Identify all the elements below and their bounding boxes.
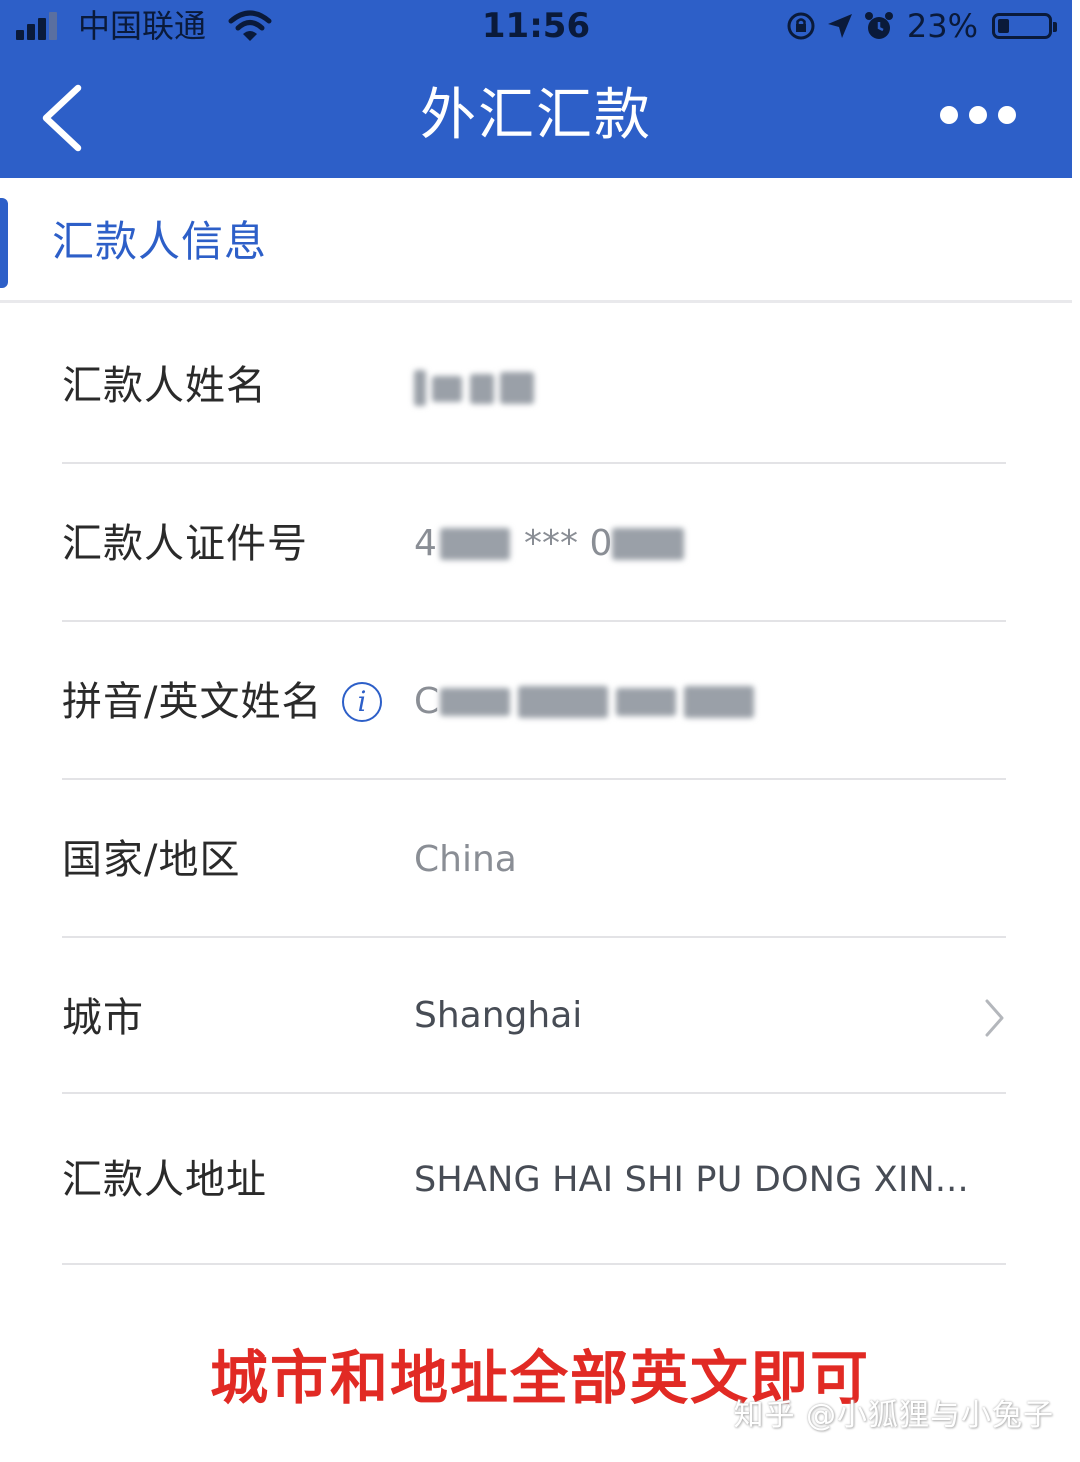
page-title: 外汇汇款: [420, 83, 652, 148]
watermark: 知乎 @小狐狸与小兔子: [733, 1398, 1054, 1433]
field-value-masked: *** 0: [524, 523, 613, 564]
field-label: 汇款人证件号: [62, 521, 308, 567]
location-arrow-icon: [827, 14, 852, 38]
form-row-id-number[interactable]: 汇款人证件号 4 *** 0: [0, 462, 1072, 622]
status-bar: 中国联通 11:56 23%: [0, 0, 1072, 56]
battery-level-fill: [998, 19, 1009, 33]
field-value: Shanghai: [414, 995, 583, 1036]
orientation-lock-icon: [787, 12, 815, 40]
row-divider: [62, 1263, 1006, 1265]
battery-percent: 23%: [906, 7, 978, 45]
field-label: 城市: [62, 995, 144, 1041]
redacted-value: [440, 524, 518, 564]
form-row-city[interactable]: 城市 Shanghai: [0, 936, 1072, 1094]
redacted-value: [414, 364, 544, 412]
field-label: 拼音/英文姓名: [62, 679, 323, 725]
divider: [0, 300, 1072, 303]
form-row-english-name[interactable]: 拼音/英文姓名 i C: [0, 620, 1072, 780]
chevron-right-icon[interactable]: [984, 998, 1006, 1038]
alarm-icon: [864, 12, 893, 39]
field-label: 国家/地区: [62, 837, 241, 883]
battery-icon: [992, 13, 1057, 39]
redacted-value: [612, 524, 688, 564]
info-icon[interactable]: i: [342, 682, 382, 722]
section-title: 汇款人信息: [52, 217, 268, 266]
field-label: 汇款人姓名: [62, 363, 267, 409]
form-row-country[interactable]: 国家/地区 China: [0, 778, 1072, 938]
field-label: 汇款人地址: [62, 1157, 267, 1203]
field-value: China: [414, 839, 517, 880]
field-value-prefix: 4: [414, 523, 437, 564]
app-header: 中国联通 11:56 23% 外汇汇款: [0, 0, 1072, 178]
section-header: 汇款人信息: [0, 178, 1072, 302]
more-dots-icon[interactable]: [940, 106, 1016, 124]
redacted-value: [440, 682, 756, 722]
status-right-group: 23%: [785, 6, 1057, 46]
form-row-remitter-name[interactable]: 汇款人姓名: [0, 304, 1072, 464]
image-border: [1072, 0, 1080, 1462]
form-row-address[interactable]: 汇款人地址 SHANG HAI SHI PU DONG XIN...: [0, 1094, 1072, 1266]
section-accent-bar: [0, 198, 8, 288]
field-value: SHANG HAI SHI PU DONG XIN...: [414, 1160, 969, 1200]
navigation-bar: 外汇汇款: [0, 56, 1072, 178]
field-value-prefix: C: [414, 681, 440, 722]
